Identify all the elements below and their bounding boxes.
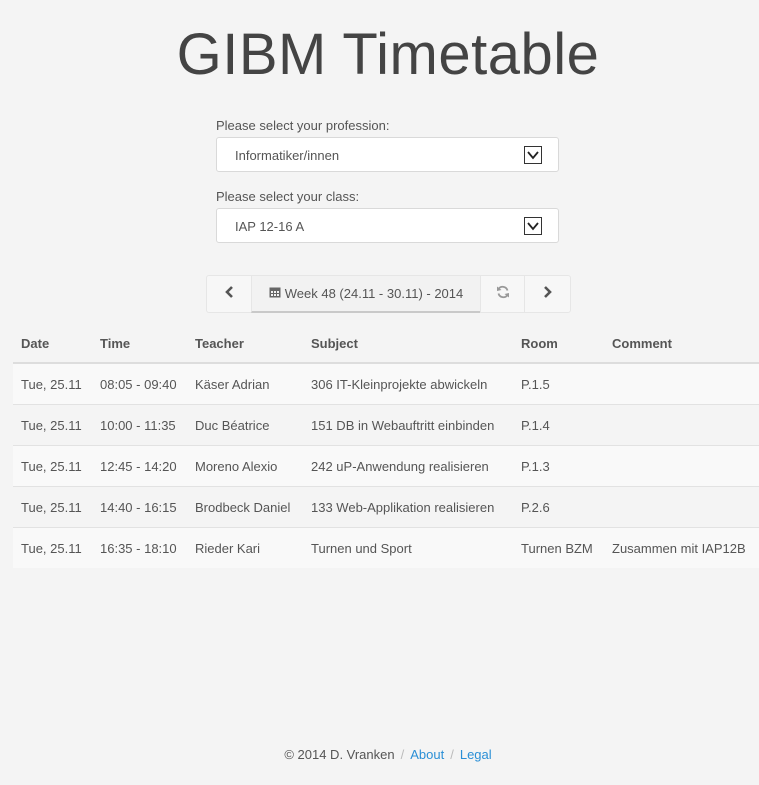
cell-comment [604,362,759,405]
column-header-comment: Comment [604,324,759,364]
cell-teacher: Duc Béatrice [187,404,303,446]
breadcrumb-separator: / [400,747,405,762]
cell-comment [604,404,759,446]
next-week-button[interactable] [524,275,571,313]
cell-time: 08:05 - 09:40 [92,362,187,405]
cell-time: 12:45 - 14:20 [92,445,187,487]
class-select-value: IAP 12-16 A [235,219,305,234]
profession-select-value: Informatiker/innen [235,148,340,163]
page: GIBM Timetable Please select your profes… [0,0,759,785]
cell-room: P.1.3 [513,445,604,487]
cell-room: P.1.5 [513,362,604,405]
breadcrumb-separator: / [450,747,454,762]
cell-subject: 242 uP-Anwendung realisieren [303,445,513,487]
refresh-button[interactable] [480,275,525,313]
cell-time: 10:00 - 11:35 [92,404,187,446]
about-link[interactable]: About [410,747,444,762]
cell-subject: 306 IT-Kleinprojekte abwickeln [303,362,513,405]
cell-teacher: Käser Adrian [187,362,303,405]
legal-link[interactable]: Legal [460,747,492,762]
table-row: Tue, 25.11 10:00 - 11:35 Duc Béatrice 15… [13,404,759,446]
chevron-down-icon[interactable] [524,217,542,235]
cell-date: Tue, 25.11 [13,362,92,405]
chevron-down-icon[interactable] [524,146,542,164]
cell-date: Tue, 25.11 [13,527,92,568]
current-week-button[interactable]: Week 48 (24.11 - 30.11) - 2014 [251,275,481,313]
cell-room: Turnen BZM [513,527,604,568]
cell-teacher: Brodbeck Daniel [187,486,303,528]
calendar-icon [269,286,281,301]
class-label: Please select your class: [216,189,360,204]
cell-room: P.2.6 [513,486,604,528]
table-row: Tue, 25.11 08:05 - 09:40 Käser Adrian 30… [13,362,759,405]
week-navigation: Week 48 (24.11 - 30.11) - 2014 [206,275,571,313]
cell-time: 16:35 - 18:10 [92,527,187,568]
table-header-row: Date Time Teacher Subject Room Comment [13,324,759,364]
cell-comment [604,486,759,528]
column-header-time: Time [92,324,187,364]
column-header-date: Date [13,324,92,364]
cell-teacher: Rieder Kari [187,527,303,568]
cell-date: Tue, 25.11 [13,445,92,487]
cell-time: 14:40 - 16:15 [92,486,187,528]
table-row: Tue, 25.11 14:40 - 16:15 Brodbeck Daniel… [13,486,759,528]
timetable: Date Time Teacher Subject Room Comment T… [13,324,759,568]
cell-room: P.1.4 [513,404,604,446]
cell-date: Tue, 25.11 [13,404,92,446]
column-header-teacher: Teacher [187,324,303,364]
chevron-right-icon [543,285,553,303]
cell-subject: 133 Web-Applikation realisieren [303,486,513,528]
chevron-left-icon [224,285,234,303]
page-title: GIBM Timetable [176,22,600,87]
footer: © 2014 D. Vranken / About / Legal [0,747,759,762]
table-row: Tue, 25.11 12:45 - 14:20 Moreno Alexio 2… [13,445,759,487]
cell-comment [604,445,759,487]
cell-subject: 151 DB in Webauftritt einbinden [303,404,513,446]
cell-subject: Turnen und Sport [303,527,513,568]
week-label: Week 48 (24.11 - 30.11) - 2014 [284,286,464,301]
refresh-icon [496,285,510,304]
cell-teacher: Moreno Alexio [187,445,303,487]
cell-date: Tue, 25.11 [13,486,92,528]
column-header-room: Room [513,324,604,364]
cell-comment: Zusammen mit IAP12B [604,527,759,568]
previous-week-button[interactable] [206,275,252,313]
column-header-subject: Subject [303,324,513,364]
copyright-text: © 2014 D. Vranken [284,747,395,762]
profession-select[interactable]: Informatiker/innen [216,137,559,172]
table-row: Tue, 25.11 16:35 - 18:10 Rieder Kari Tur… [13,527,759,568]
class-select[interactable]: IAP 12-16 A [216,208,559,243]
profession-label: Please select your profession: [216,118,390,133]
